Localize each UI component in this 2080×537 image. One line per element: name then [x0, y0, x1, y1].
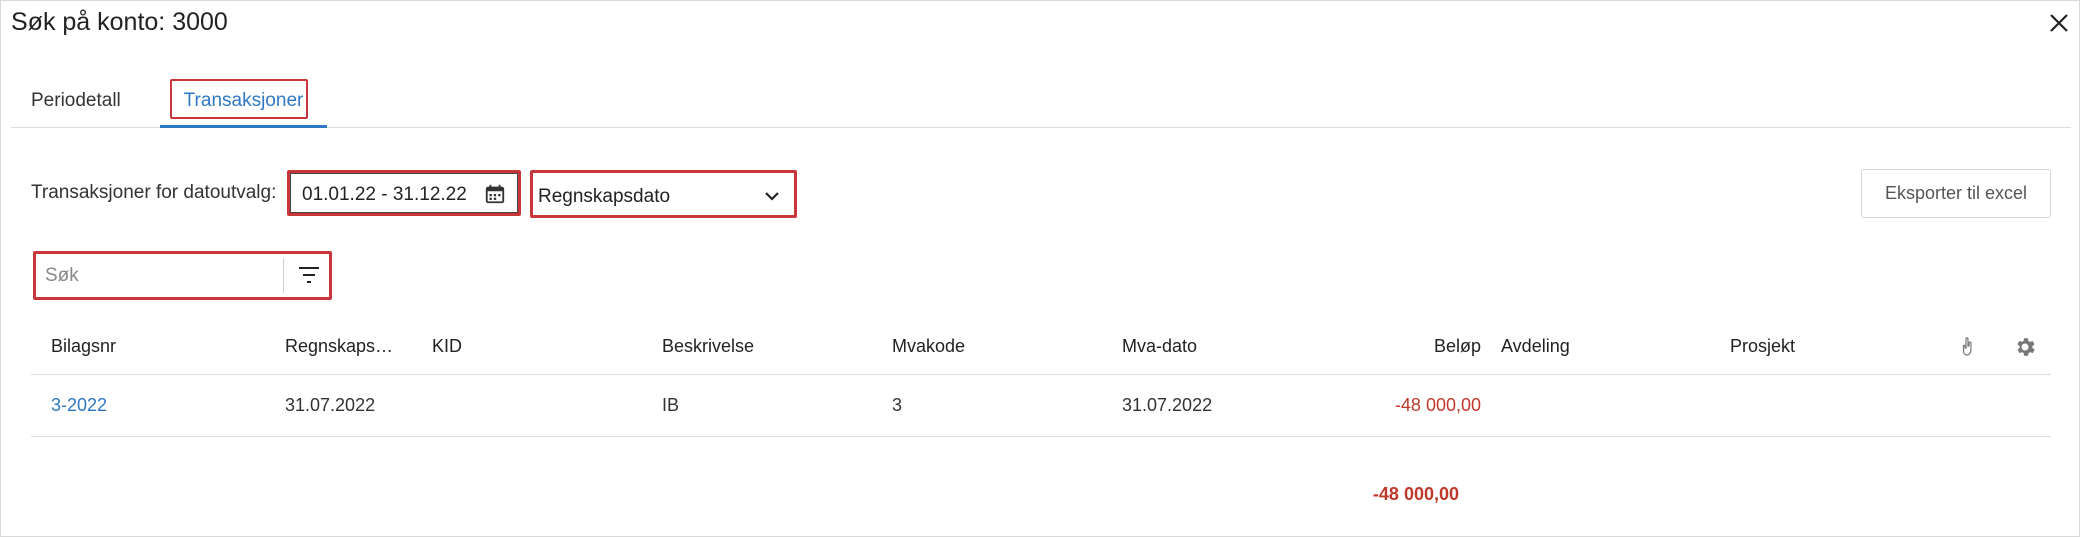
cell-mva-dato: 31.07.2022 [1122, 395, 1213, 415]
column-header-kid[interactable]: KID [432, 336, 462, 357]
cell-regnskapsdato: 31.07.2022 [285, 395, 376, 415]
chevron-down-icon [765, 192, 779, 201]
tab-bar: Periodetall Transaksjoner [11, 73, 2071, 128]
close-icon [2050, 14, 2068, 32]
column-header-mva-dato[interactable]: Mva-dato [1122, 336, 1197, 357]
cursor-hand-icon [1962, 337, 1972, 356]
table-header: Bilagsnr Regnskaps… KID Beskrivelse Mvak… [31, 321, 2051, 375]
column-header-mvakode[interactable]: Mvakode [892, 336, 965, 357]
column-header-beskrivelse[interactable]: Beskrivelse [662, 336, 754, 357]
total-amount: -48 000,00 [1372, 484, 1459, 504]
search-divider [283, 258, 284, 293]
column-header-avdeling[interactable]: Avdeling [1501, 336, 1570, 357]
table-row[interactable]: 3-2022 31.07.2022 IB 3 31.07.2022 -48 00… [31, 375, 2051, 437]
column-header-prosjekt[interactable]: Prosjekt [1730, 336, 1795, 357]
date-filter-label: Transaksjoner for datoutvalg: [31, 182, 277, 203]
cell-bilagsnr-link[interactable]: 3-2022 [51, 395, 107, 416]
filter-button[interactable] [288, 256, 328, 295]
column-header-regnskapsdato[interactable]: Regnskaps… [285, 336, 393, 357]
search-account-dialog: Søk på konto: 3000 Periodetall Transaksj… [0, 0, 2080, 537]
date-type-value: Regnskapsdato [538, 186, 671, 207]
date-range-value: 01.01.22 - 31.12.22 [302, 184, 467, 205]
tab-highlight-box [170, 79, 308, 119]
search-box [33, 251, 332, 300]
date-type-select[interactable]: Regnskapsdato [530, 170, 797, 218]
cell-beskrivelse: IB [662, 395, 680, 415]
cell-mvakode: 3 [892, 395, 903, 415]
export-excel-button[interactable]: Eksporter til excel [1861, 169, 2051, 218]
filter-icon [299, 267, 319, 283]
search-input[interactable] [36, 254, 284, 297]
column-header-bilagsnr[interactable]: Bilagsnr [51, 336, 116, 357]
tab-periodetall[interactable]: Periodetall [31, 73, 121, 128]
dialog-title: Søk på konto: 3000 [11, 8, 228, 36]
column-header-belop[interactable]: Beløp [1434, 336, 1481, 357]
cell-belop: -48 000,00 [1394, 395, 1481, 415]
close-button[interactable] [2047, 11, 2071, 35]
transactions-table: Bilagsnr Regnskaps… KID Beskrivelse Mvak… [31, 321, 2051, 437]
date-range-picker[interactable]: 01.01.22 - 31.12.22 [287, 170, 521, 216]
settings-gear-icon[interactable] [2013, 335, 2037, 359]
tab-transaksjoner[interactable]: Transaksjoner [160, 73, 327, 128]
calendar-icon[interactable] [484, 183, 506, 205]
